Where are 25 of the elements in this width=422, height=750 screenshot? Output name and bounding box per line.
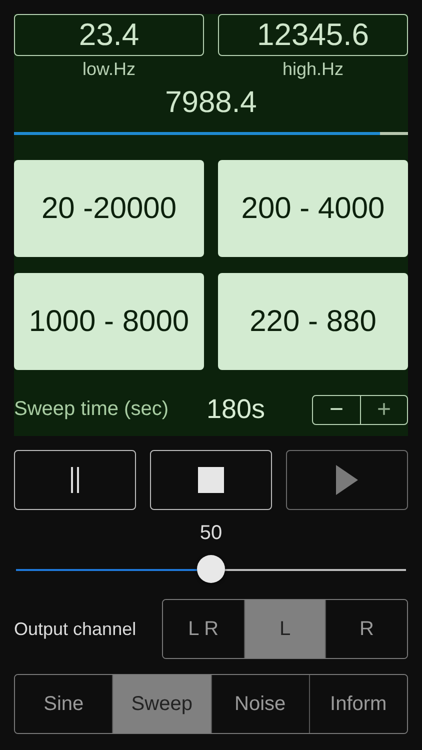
- frequency-label: high.Hz: [282, 59, 344, 80]
- stop-button[interactable]: [150, 450, 272, 510]
- preset-button[interactable]: 220 - 880: [218, 273, 408, 370]
- channel-option[interactable]: R: [325, 600, 407, 658]
- mode-tab[interactable]: Sweep: [112, 675, 210, 733]
- sweep-time-label: Sweep time (sec): [14, 398, 168, 421]
- pause-icon: [70, 467, 80, 493]
- frequency-field[interactable]: 12345.6: [218, 14, 408, 56]
- play-icon: [336, 465, 358, 495]
- volume-value: 50: [200, 522, 222, 545]
- frequency-field[interactable]: 23.4: [14, 14, 204, 56]
- decrement-button[interactable]: −: [313, 396, 360, 424]
- sweep-time-value: 180s: [206, 394, 266, 425]
- mode-tab[interactable]: Inform: [308, 675, 407, 733]
- slider-thumb[interactable]: [197, 555, 225, 583]
- output-channel-label: Output channel: [14, 618, 138, 640]
- channel-option[interactable]: L: [244, 600, 326, 658]
- current-frequency: 7988.4: [164, 86, 258, 121]
- increment-button[interactable]: +: [360, 396, 407, 424]
- frequency-label: low.Hz: [82, 59, 136, 80]
- preset-button[interactable]: 200 - 4000: [218, 160, 408, 257]
- stop-icon: [198, 467, 224, 493]
- preset-button[interactable]: 20 -20000: [14, 160, 204, 257]
- pause-button[interactable]: [14, 450, 136, 510]
- preset-button[interactable]: 1000 - 8000: [14, 273, 204, 370]
